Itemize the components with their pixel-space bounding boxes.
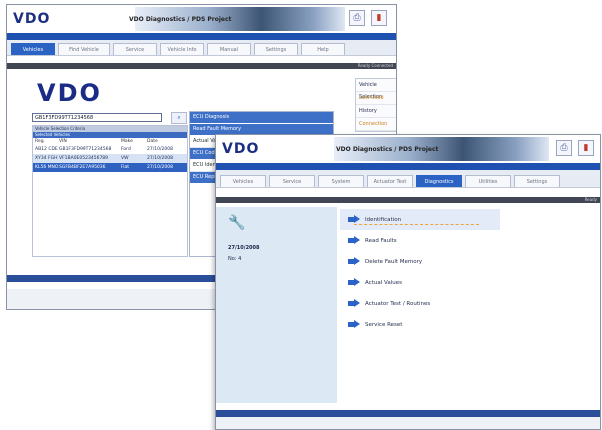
menu-label: Read Faults bbox=[365, 237, 397, 244]
cell: Ford bbox=[121, 147, 131, 152]
cell: KL56 MNO bbox=[35, 165, 59, 170]
arrow-right-icon bbox=[348, 278, 360, 287]
cell: AB12 CDE bbox=[35, 147, 58, 152]
cell: XY34 FGH bbox=[35, 156, 58, 161]
menu-item-identification[interactable]: Identification bbox=[340, 209, 500, 230]
tab-help[interactable]: Help bbox=[301, 43, 345, 55]
tab-actuator-test[interactable]: Actuator Test bbox=[367, 175, 413, 187]
footer-band bbox=[216, 410, 600, 417]
exit-icon[interactable]: ▮ bbox=[578, 140, 594, 156]
arrow-right-icon bbox=[348, 299, 360, 308]
tab-vehicles[interactable]: Vehicles bbox=[220, 175, 266, 187]
diagnostic-menu: Identification Read Faults Delete Fault … bbox=[340, 209, 500, 335]
tab-settings[interactable]: Settings bbox=[514, 175, 560, 187]
main-tabs: Vehicles Find Vehicle Service Vehicle In… bbox=[7, 40, 396, 56]
progress-dash bbox=[354, 224, 479, 226]
table-row[interactable]: AB12 CDE GB1F3FD99T71234568 Ford 27/10/2… bbox=[33, 145, 187, 154]
side-link-vehicle-selection[interactable]: Vehicle Selection bbox=[356, 79, 396, 100]
cell: VW bbox=[121, 156, 129, 161]
list-item[interactable]: ECU Diagnosis bbox=[190, 112, 333, 124]
printer-icon[interactable]: ⎙ bbox=[556, 140, 572, 156]
header-band bbox=[7, 33, 396, 40]
status-bar: Ready Connected bbox=[7, 63, 396, 69]
menu-label: Identification bbox=[365, 216, 402, 223]
app-title: VDO Diagnostics / PDS Project bbox=[129, 16, 232, 23]
cell: Fiat bbox=[121, 165, 130, 170]
side-link-last-used[interactable]: Last Used bbox=[356, 92, 396, 105]
side-link-history[interactable]: History bbox=[356, 105, 396, 118]
menu-item-actuator-test[interactable]: Actuator Test / Routines bbox=[340, 293, 500, 314]
tab-system[interactable]: System bbox=[318, 175, 364, 187]
column-header-make: Make bbox=[121, 139, 133, 144]
title-bar: VDO VDO Diagnostics / PDS Project ⎙ ▮ bbox=[216, 135, 600, 163]
side-links: Vehicle Selection Last Used History Conn… bbox=[355, 78, 396, 132]
cell: SGFB4BF2E7A95036 bbox=[59, 165, 106, 170]
vin-input[interactable]: GB1F3FD99T71234568 bbox=[32, 113, 162, 122]
column-header-reg: Reg. bbox=[35, 139, 45, 144]
cell: 27/10/2008 bbox=[147, 156, 173, 161]
table-row[interactable]: XY34 FGH VF1BA0E0523456789 VW 27/10/2008 bbox=[33, 154, 187, 163]
footer-area bbox=[216, 417, 600, 429]
tab-diagnostics[interactable]: Diagnostics bbox=[416, 175, 462, 187]
cell: VF1BA0E0523456789 bbox=[59, 156, 109, 161]
title-bar: VDO VDO Diagnostics / PDS Project ⎙ ▮ bbox=[7, 5, 396, 33]
exit-icon[interactable]: ▮ bbox=[371, 10, 387, 26]
search-icon[interactable]: ⌕ bbox=[171, 112, 187, 124]
vdo-logo: VDO bbox=[13, 11, 51, 27]
arrow-right-icon bbox=[348, 320, 360, 329]
column-header-vin: VIN bbox=[59, 139, 67, 144]
tab-service[interactable]: Service bbox=[113, 43, 157, 55]
tab-vehicles[interactable]: Vehicles bbox=[11, 43, 55, 55]
tab-vehicle-info[interactable]: Vehicle Info bbox=[160, 43, 204, 55]
wrench-icon: 🔧 bbox=[228, 215, 246, 231]
arrow-right-icon bbox=[348, 257, 360, 266]
menu-label: Actual Values bbox=[365, 279, 402, 286]
vehicle-table: Vehicle Selection Criteria Selected Vehi… bbox=[32, 125, 188, 257]
table-row-selected[interactable]: KL56 MNO SGFB4BF2E7A95036 Fiat 27/10/200… bbox=[33, 163, 187, 172]
column-header-date: Date bbox=[147, 139, 158, 144]
main-tabs: Vehicles Service System Actuator Test Di… bbox=[216, 170, 600, 188]
menu-item-delete-fault-memory[interactable]: Delete Fault Memory bbox=[340, 251, 500, 272]
app-title: VDO Diagnostics / PDS Project bbox=[336, 146, 439, 153]
date-label: 27/10/2008 bbox=[228, 245, 260, 251]
cell: GB1F3FD99T71234568 bbox=[59, 147, 112, 152]
menu-item-read-faults[interactable]: Read Faults bbox=[340, 230, 500, 251]
menu-label: Actuator Test / Routines bbox=[365, 300, 431, 307]
status-bar: Ready bbox=[216, 197, 600, 203]
front-window: VDO VDO Diagnostics / PDS Project ⎙ ▮ Ve… bbox=[215, 134, 601, 430]
menu-item-actual-values[interactable]: Actual Values bbox=[340, 272, 500, 293]
vehicle-info-panel: 🔧 27/10/2008 No: 4 bbox=[216, 207, 337, 403]
table-header-row: Reg. VIN Make Date bbox=[33, 138, 187, 145]
cell: 27/10/2008 bbox=[147, 147, 173, 152]
vehicle-number: No: 4 bbox=[228, 256, 242, 262]
menu-item-service-reset[interactable]: Service Reset bbox=[340, 314, 500, 335]
cell: 27/10/2008 bbox=[147, 165, 173, 170]
vdo-logo-large: VDO bbox=[37, 79, 102, 107]
tab-service[interactable]: Service bbox=[269, 175, 315, 187]
header-band bbox=[216, 163, 600, 170]
tab-find-vehicle[interactable]: Find Vehicle bbox=[58, 43, 110, 55]
arrow-right-icon bbox=[348, 236, 360, 245]
printer-icon[interactable]: ⎙ bbox=[349, 10, 365, 26]
arrow-right-icon bbox=[348, 215, 360, 224]
vdo-logo: VDO bbox=[222, 141, 260, 157]
tab-utilities[interactable]: Utilities bbox=[465, 175, 511, 187]
tab-settings[interactable]: Settings bbox=[254, 43, 298, 55]
side-link-connection[interactable]: Connection bbox=[356, 118, 396, 131]
menu-label: Delete Fault Memory bbox=[365, 258, 423, 265]
tab-manual[interactable]: Manual bbox=[207, 43, 251, 55]
menu-label: Service Reset bbox=[365, 321, 403, 328]
